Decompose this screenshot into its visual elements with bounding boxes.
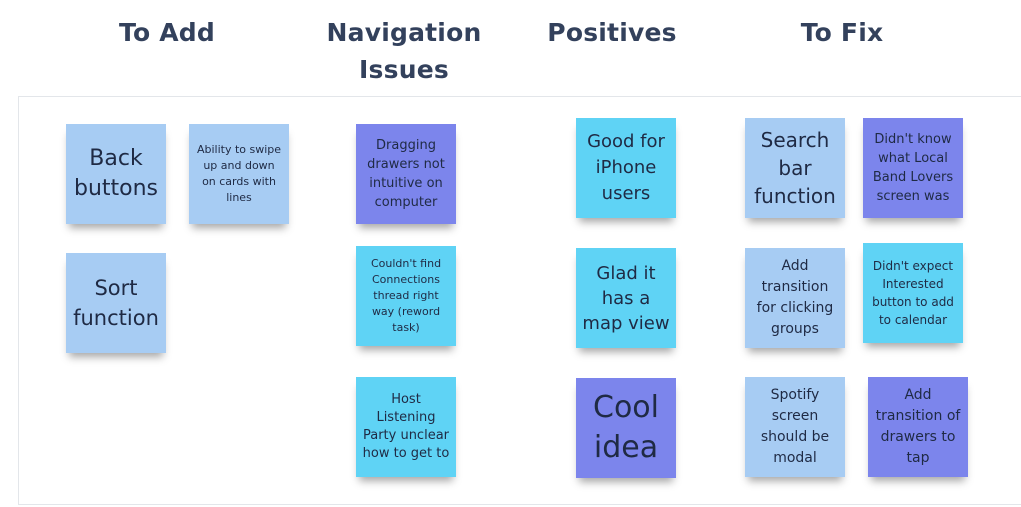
sticky-note-text: Couldn't find Connections thread right w… xyxy=(370,257,442,334)
column-title-to-fix: To Fix xyxy=(800,18,884,47)
sticky-note-cool-idea[interactable]: Cool idea xyxy=(576,378,676,478)
sticky-note-text: Back buttons xyxy=(73,146,159,201)
sticky-note-host-listening[interactable]: Host Listening Party unclear how to get … xyxy=(356,377,456,477)
sticky-note-text: Add transition for clicking groups xyxy=(756,258,834,337)
sticky-note-text: Dragging drawers not intuitive on comput… xyxy=(367,138,445,210)
column-title-positives: Positives xyxy=(547,18,677,47)
whiteboard-page: To Add Navigation Issues Positives To Fi… xyxy=(0,0,1021,507)
sticky-note-good-for-iphone[interactable]: Good for iPhone users xyxy=(576,118,676,218)
sticky-note-sort-function[interactable]: Sort function xyxy=(66,253,166,353)
sticky-note-map-view[interactable]: Glad it has a map view xyxy=(576,248,676,348)
sticky-note-text: Cool idea xyxy=(593,390,659,465)
sticky-note-add-transition-groups[interactable]: Add transition for clicking groups xyxy=(745,248,845,348)
column-title-navigation-issues: Navigation Issues xyxy=(326,18,482,84)
sticky-note-transition-drawers[interactable]: Add transition of drawers to tap xyxy=(868,377,968,477)
sticky-note-text: Search bar function xyxy=(754,128,836,208)
sticky-note-text: Ability to swipe up and down on cards wi… xyxy=(196,143,282,204)
sticky-note-connections-thread[interactable]: Couldn't find Connections thread right w… xyxy=(356,246,456,346)
sticky-note-text: Didn't know what Local Band Lovers scree… xyxy=(872,132,954,204)
sticky-note-text: Good for iPhone users xyxy=(587,131,665,204)
sticky-note-back-buttons[interactable]: Back buttons xyxy=(66,124,166,224)
sticky-note-local-band-lovers[interactable]: Didn't know what Local Band Lovers scree… xyxy=(863,118,963,218)
sticky-note-text: Spotify screen should be modal xyxy=(760,387,830,466)
sticky-note-interested-button[interactable]: Didn't expect Interested button to add t… xyxy=(863,243,963,343)
sticky-note-spotify-modal[interactable]: Spotify screen should be modal xyxy=(745,377,845,477)
sticky-note-text: Glad it has a map view xyxy=(582,262,670,334)
column-title-to-add: To Add xyxy=(119,18,215,47)
sticky-note-dragging-drawers[interactable]: Dragging drawers not intuitive on comput… xyxy=(356,124,456,224)
sticky-note-text: Host Listening Party unclear how to get … xyxy=(362,392,450,461)
sticky-note-text: Add transition of drawers to tap xyxy=(875,387,961,466)
sticky-note-search-bar[interactable]: Search bar function xyxy=(745,118,845,218)
sticky-note-swipe[interactable]: Ability to swipe up and down on cards wi… xyxy=(189,124,289,224)
sticky-note-text: Didn't expect Interested button to add t… xyxy=(872,259,954,327)
sticky-note-text: Sort function xyxy=(73,276,159,330)
